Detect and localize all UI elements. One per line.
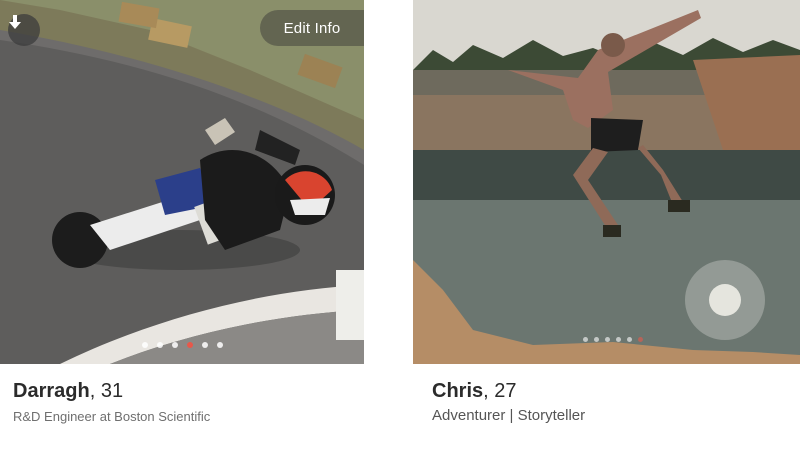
profile-info: Chris, 27 Adventurer | Storyteller bbox=[413, 364, 800, 424]
photo-dot[interactable] bbox=[156, 342, 163, 348]
photo-dot[interactable] bbox=[627, 337, 632, 342]
motorcycle-photo bbox=[0, 0, 364, 364]
photo-indicator bbox=[0, 342, 364, 348]
photo-dot[interactable] bbox=[605, 337, 610, 342]
profile-name: Chris bbox=[432, 380, 484, 402]
profile-name: Darragh bbox=[13, 380, 90, 402]
profile-name-line: Chris, 27 bbox=[432, 378, 800, 404]
edit-info-button[interactable]: Edit Info bbox=[260, 10, 364, 46]
photo-dot[interactable] bbox=[594, 337, 599, 342]
profile-photo[interactable] bbox=[413, 0, 800, 364]
download-icon bbox=[9, 15, 21, 29]
photo-dot[interactable] bbox=[141, 342, 148, 348]
profile-card-chris[interactable]: Chris, 27 Adventurer | Storyteller bbox=[413, 0, 800, 424]
profile-age: , 31 bbox=[89, 380, 124, 402]
profile-name-line: Darragh, 31 bbox=[13, 378, 364, 404]
cliff-jump-photo bbox=[413, 0, 800, 364]
profile-info: Darragh, 31 R&D Engineer at Boston Scien… bbox=[0, 364, 364, 424]
photo-dot[interactable] bbox=[201, 342, 208, 348]
profile-card-darragh[interactable]: Edit Info Darragh, 31 R&D Engineer at Bo… bbox=[0, 0, 364, 424]
photo-dot-active[interactable] bbox=[186, 342, 193, 348]
photo-dot[interactable] bbox=[216, 342, 223, 348]
photo-dot-active[interactable] bbox=[638, 337, 643, 342]
download-button[interactable] bbox=[8, 14, 40, 46]
photo-dot[interactable] bbox=[616, 337, 621, 342]
profile-subtitle: R&D Engineer at Boston Scientific bbox=[13, 409, 211, 424]
photo-indicator bbox=[413, 337, 800, 342]
photo-dot[interactable] bbox=[583, 337, 588, 342]
photo-dot[interactable] bbox=[171, 342, 178, 348]
profile-photo[interactable]: Edit Info bbox=[0, 0, 364, 364]
profile-subtitle: Adventurer | Storyteller bbox=[432, 407, 586, 424]
profile-age: , 27 bbox=[483, 380, 517, 402]
